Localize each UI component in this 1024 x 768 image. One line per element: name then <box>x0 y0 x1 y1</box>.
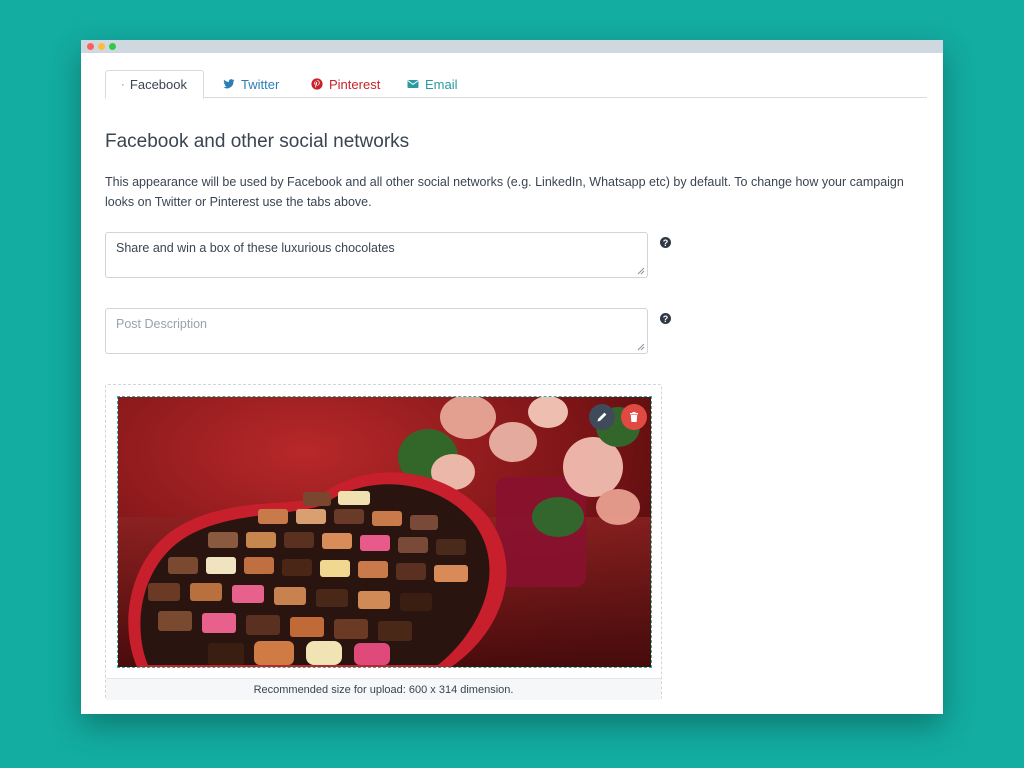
tab-facebook-label: Facebook <box>129 77 187 92</box>
post-title-field[interactable]: Share and win a box of these luxurious c… <box>105 232 648 278</box>
post-title-value: Share and win a box of these luxurious c… <box>116 241 395 255</box>
upload-size-hint: Recommended size for upload: 600 x 314 d… <box>106 678 661 700</box>
tab-facebook[interactable]: Facebook <box>105 70 204 99</box>
facebook-icon <box>122 83 124 86</box>
trash-icon <box>630 412 638 422</box>
post-description-help-icon[interactable]: ? <box>660 313 671 324</box>
post-description-placeholder: Post Description <box>116 317 208 331</box>
delete-image-button[interactable] <box>621 404 647 430</box>
tab-email[interactable]: Email <box>391 70 474 98</box>
tab-email-label: Email <box>425 76 458 92</box>
tab-twitter-label: Twitter <box>241 76 280 92</box>
resize-handle-icon[interactable] <box>637 267 645 275</box>
section-title: Facebook and other social networks <box>105 131 410 152</box>
tab-twitter[interactable]: Twitter <box>207 70 295 98</box>
pencil-icon <box>597 412 607 422</box>
tab-pinterest[interactable]: Pinterest <box>295 70 396 98</box>
social-tabs: Facebook Twitter Pinterest Email <box>105 70 927 99</box>
maximize-window-button[interactable] <box>109 43 116 50</box>
image-upload-area[interactable]: Recommended size for upload: 600 x 314 d… <box>105 384 662 700</box>
post-description-field[interactable]: Post Description <box>105 308 648 354</box>
window-titlebar <box>81 40 943 53</box>
chocolate-box-image <box>118 397 651 667</box>
resize-handle-icon[interactable] <box>637 343 645 351</box>
section-description: This appearance will be used by Facebook… <box>105 175 904 209</box>
minimize-window-button[interactable] <box>98 43 105 50</box>
email-icon <box>407 80 419 88</box>
browser-window: Facebook Twitter Pinterest Email Faceboo… <box>81 40 943 714</box>
uploaded-image <box>117 396 652 668</box>
close-window-button[interactable] <box>87 43 94 50</box>
edit-image-button[interactable] <box>589 404 615 430</box>
post-title-help-icon[interactable]: ? <box>660 237 671 248</box>
tab-pinterest-label: Pinterest <box>329 76 381 92</box>
twitter-icon <box>223 79 235 89</box>
pinterest-icon <box>311 78 323 90</box>
